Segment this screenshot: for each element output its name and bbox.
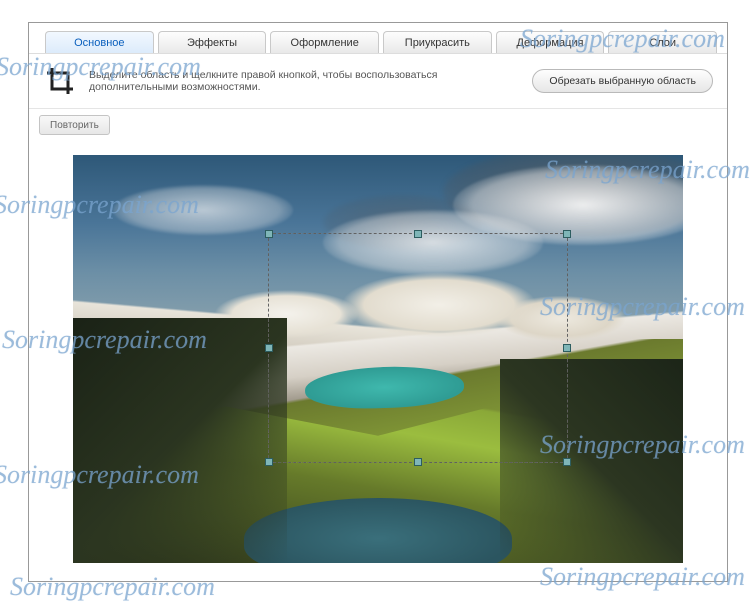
tab-beautify[interactable]: Приукрасить — [383, 31, 492, 53]
resize-handle-sw[interactable] — [265, 458, 273, 466]
edited-image[interactable] — [73, 155, 683, 563]
crop-hint-text: Выделите область и щелкните правой кнопк… — [89, 69, 520, 93]
tab-effects[interactable]: Эффекты — [158, 31, 267, 53]
resize-handle-ne[interactable] — [563, 230, 571, 238]
action-bar: Повторить — [29, 109, 727, 141]
image-region-shadow — [73, 318, 287, 563]
crop-icon — [43, 64, 77, 98]
crop-selection[interactable] — [268, 233, 568, 463]
tab-design[interactable]: Оформление — [270, 31, 379, 53]
tab-deform[interactable]: Деформация — [496, 31, 605, 53]
crop-selected-button[interactable]: Обрезать выбранную область — [532, 69, 713, 93]
resize-handle-se[interactable] — [563, 458, 571, 466]
resize-handle-nw[interactable] — [265, 230, 273, 238]
image-region-cloud — [113, 185, 293, 235]
tab-bar: Основное Эффекты Оформление Приукрасить … — [29, 23, 727, 53]
resize-handle-n[interactable] — [414, 230, 422, 238]
resize-handle-s[interactable] — [414, 458, 422, 466]
app-window: Основное Эффекты Оформление Приукрасить … — [28, 22, 728, 582]
crop-toolbar: Выделите область и щелкните правой кнопк… — [29, 53, 727, 109]
repeat-button[interactable]: Повторить — [39, 115, 110, 135]
tab-basic[interactable]: Основное — [45, 31, 154, 53]
resize-handle-w[interactable] — [265, 344, 273, 352]
tab-layers[interactable]: Слои — [608, 31, 717, 53]
canvas-area — [29, 141, 727, 577]
resize-handle-e[interactable] — [563, 344, 571, 352]
